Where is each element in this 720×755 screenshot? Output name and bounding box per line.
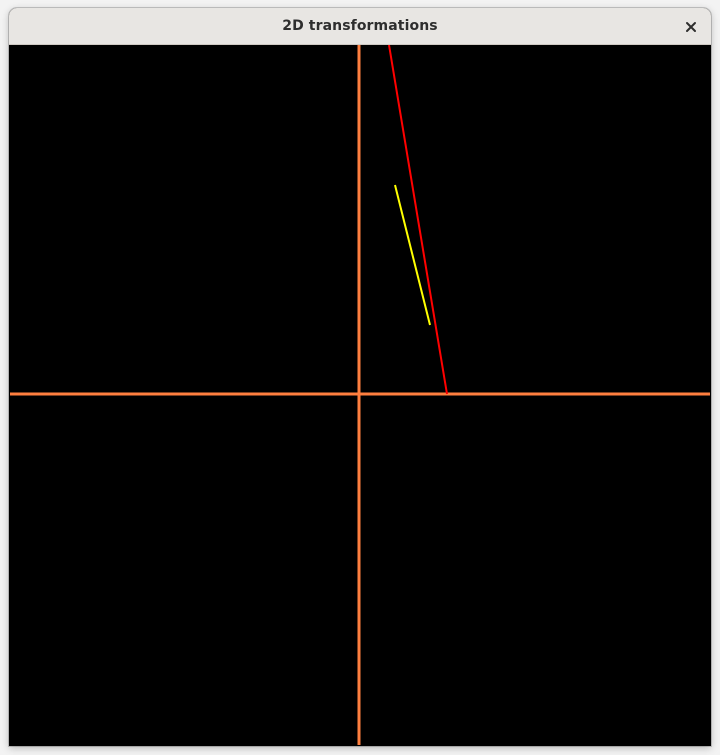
close-button[interactable] (681, 17, 701, 37)
title-bar[interactable]: 2D transformations (9, 8, 711, 45)
drawing-canvas[interactable] (10, 45, 710, 745)
close-icon (685, 21, 697, 33)
window-title: 2D transformations (282, 18, 438, 34)
app-window: 2D transformations (9, 8, 711, 746)
